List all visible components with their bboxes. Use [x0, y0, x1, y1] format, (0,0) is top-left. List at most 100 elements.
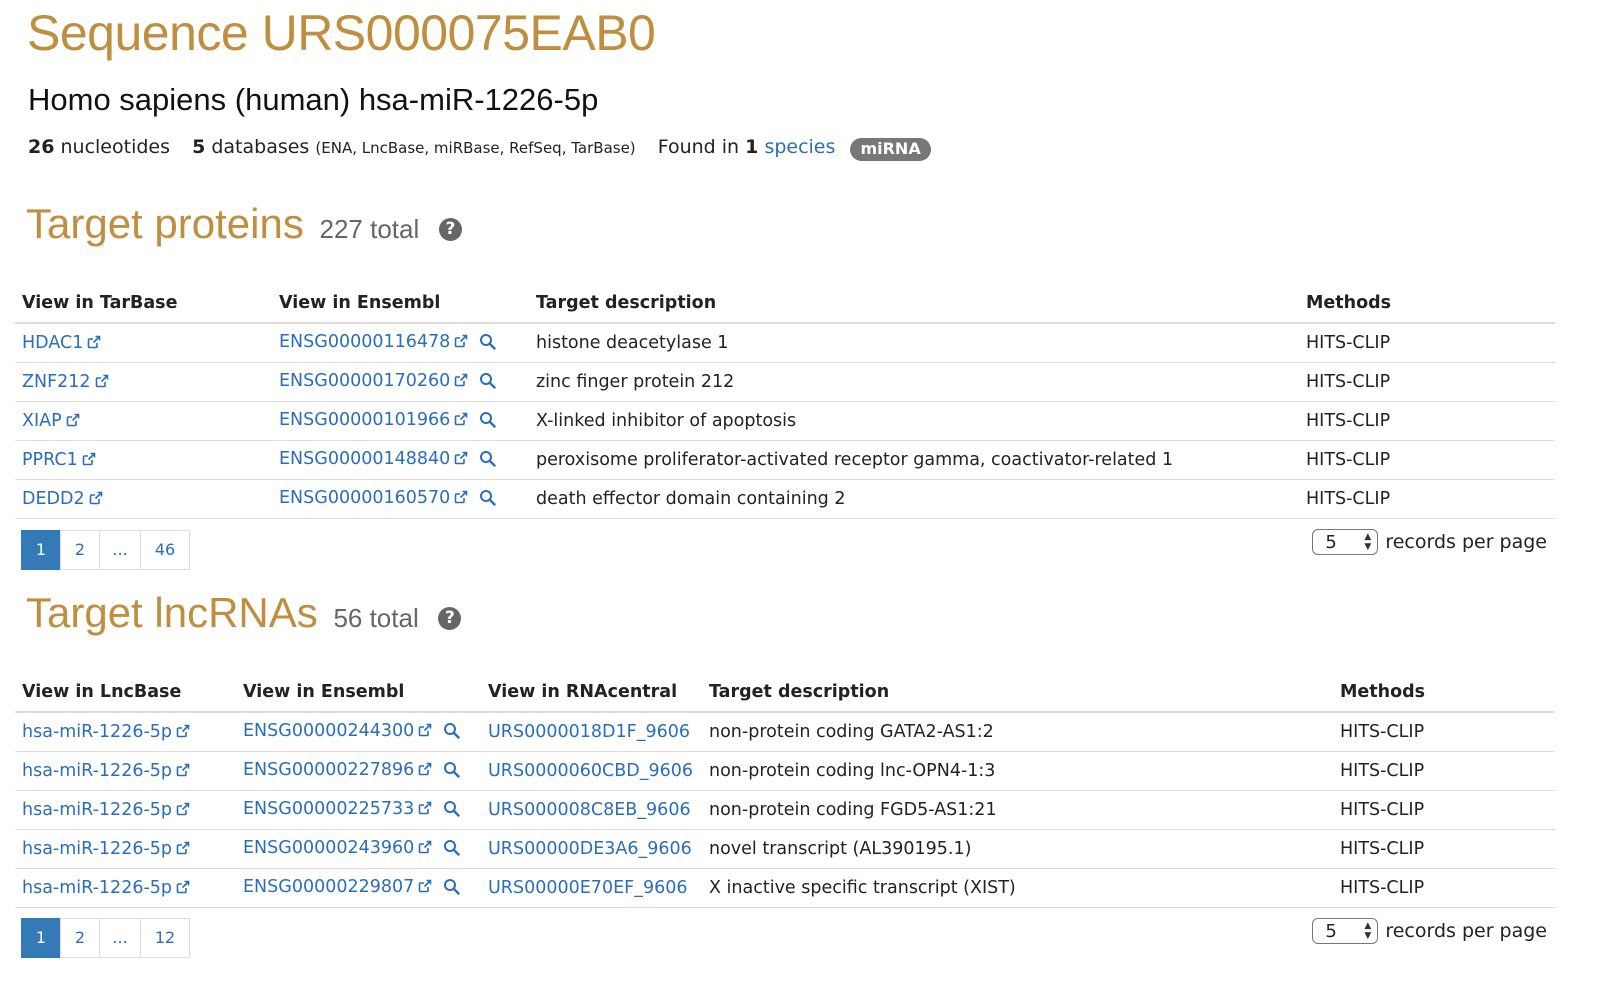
ensembl-link[interactable]: ENSG00000225733 — [243, 799, 414, 819]
external-link-icon[interactable] — [418, 839, 432, 859]
external-link-icon[interactable] — [418, 878, 432, 898]
records-per-page-label: records per page — [1385, 920, 1547, 942]
question-circle-icon[interactable]: ? — [438, 218, 462, 241]
rnacentral-link[interactable]: URS0000060CBD_9606 — [488, 761, 693, 781]
rnacentral-cell: URS000008C8EB_9606 — [481, 790, 702, 830]
page-button[interactable]: 2 — [60, 530, 100, 570]
external-link-icon[interactable] — [418, 800, 432, 820]
description-cell: non-protein coding GATA2-AS1:2 — [702, 712, 1333, 752]
search-icon[interactable] — [443, 722, 460, 744]
page-button[interactable]: 2 — [60, 918, 100, 958]
page-button[interactable]: 1 — [21, 530, 61, 570]
column-header: Methods — [1333, 673, 1555, 713]
question-circle-icon[interactable]: ? — [438, 607, 462, 630]
external-link-icon[interactable] — [87, 334, 101, 354]
lncbase-link[interactable]: hsa-miR-1226-5p — [22, 761, 172, 781]
ensembl-link[interactable]: ENSG00000229807 — [243, 877, 414, 897]
external-link-icon[interactable] — [418, 722, 432, 742]
ensembl-link[interactable]: ENSG00000227896 — [243, 760, 414, 780]
external-link-icon[interactable] — [176, 762, 190, 782]
external-link-icon[interactable] — [95, 373, 109, 393]
external-link-icon[interactable] — [176, 840, 190, 860]
search-icon[interactable] — [443, 839, 460, 861]
search-icon[interactable] — [479, 333, 496, 355]
tarbase-link[interactable]: PPRC1 — [22, 450, 78, 470]
table-row: hsa-miR-1226-5p ENSG00000225733 URS000008C… — [15, 790, 1555, 830]
rnacentral-cell: URS0000060CBD_9606 — [481, 751, 702, 791]
description-cell: novel transcript (AL390195.1) — [702, 829, 1333, 869]
sequence-stats: 26 nucleotides 5 databases (ENA, LncBase… — [28, 136, 931, 161]
rnacentral-cell: URS00000E70EF_9606 — [481, 868, 702, 908]
page-ellipsis: ... — [99, 918, 141, 958]
external-link-icon[interactable] — [418, 761, 432, 781]
rnacentral-link[interactable]: URS000008C8EB_9606 — [488, 800, 691, 820]
external-link-icon[interactable] — [176, 723, 190, 743]
search-icon[interactable] — [443, 878, 460, 900]
records-per-page-select[interactable]: 5 ▲ ▼ — [1312, 529, 1379, 555]
tarbase-link[interactable]: XIAP — [22, 411, 62, 431]
external-link-icon[interactable] — [454, 411, 468, 431]
page-button[interactable]: 46 — [140, 530, 190, 570]
lncbase-cell: hsa-miR-1226-5p — [15, 712, 236, 752]
external-link-icon[interactable] — [454, 333, 468, 353]
lncbase-link[interactable]: hsa-miR-1226-5p — [22, 800, 172, 820]
section-title-text: Target proteins — [26, 200, 304, 247]
lncbase-link[interactable]: hsa-miR-1226-5p — [22, 722, 172, 742]
external-link-icon[interactable] — [82, 451, 96, 471]
external-link-icon[interactable] — [176, 879, 190, 899]
page-button[interactable]: 12 — [140, 918, 190, 958]
method-cell: HITS-CLIP — [1299, 323, 1555, 363]
column-header: View in RNAcentral — [481, 673, 702, 713]
external-link-icon[interactable] — [89, 490, 103, 510]
ensembl-link[interactable]: ENSG00000148840 — [279, 449, 450, 469]
tarbase-cell: HDAC1 — [15, 323, 272, 363]
rnacentral-link[interactable]: URS00000E70EF_9606 — [488, 878, 687, 898]
species-link[interactable]: species — [764, 136, 835, 158]
rnacentral-link[interactable]: URS00000DE3A6_9606 — [488, 839, 692, 859]
page-title: Sequence URS000075EAB0 — [27, 5, 656, 61]
lncbase-link[interactable]: hsa-miR-1226-5p — [22, 878, 172, 898]
method-cell: HITS-CLIP — [1299, 479, 1555, 519]
ensembl-link[interactable]: ENSG00000101966 — [279, 410, 450, 430]
found-in-label: Found in — [657, 136, 740, 158]
proteins-records-per-page: 5 ▲ ▼ records per page — [1312, 529, 1547, 555]
rnacentral-link[interactable]: URS0000018D1F_9606 — [488, 722, 690, 742]
lncbase-link[interactable]: hsa-miR-1226-5p — [22, 839, 172, 859]
ensembl-link[interactable]: ENSG00000243960 — [243, 838, 414, 858]
rna-type-badge: miRNA — [850, 138, 931, 161]
ensembl-cell: ENSG00000225733 — [236, 790, 481, 830]
table-row: PPRC1 ENSG00000148840 peroxisome prolifera… — [15, 440, 1555, 480]
ensembl-link[interactable]: ENSG00000244300 — [243, 721, 414, 741]
ensembl-link[interactable]: ENSG00000116478 — [279, 332, 450, 352]
search-icon[interactable] — [479, 411, 496, 433]
tarbase-cell: ZNF212 — [15, 362, 272, 402]
tarbase-cell: XIAP — [15, 401, 272, 441]
search-icon[interactable] — [479, 372, 496, 394]
ensembl-cell: ENSG00000116478 — [272, 323, 529, 363]
tarbase-link[interactable]: ZNF212 — [22, 372, 91, 392]
column-header: Methods — [1299, 284, 1555, 324]
external-link-icon[interactable] — [176, 801, 190, 821]
nucleotides-label: nucleotides — [60, 136, 171, 158]
nucleotides-count: 26 — [28, 136, 55, 158]
ensembl-link[interactable]: ENSG00000170260 — [279, 371, 450, 391]
records-per-page-select[interactable]: 5 ▲ ▼ — [1312, 918, 1379, 944]
description-cell: X-linked inhibitor of apoptosis — [529, 401, 1299, 441]
table-row: hsa-miR-1226-5p ENSG00000227896 URS0000060… — [15, 751, 1555, 791]
tarbase-link[interactable]: HDAC1 — [22, 333, 83, 353]
external-link-icon[interactable] — [454, 450, 468, 470]
ensembl-cell: ENSG00000227896 — [236, 751, 481, 791]
description-cell: X inactive specific transcript (XIST) — [702, 868, 1333, 908]
ensembl-link[interactable]: ENSG00000160570 — [279, 488, 450, 508]
search-icon[interactable] — [479, 450, 496, 472]
page-button[interactable]: 1 — [21, 918, 61, 958]
external-link-icon[interactable] — [454, 372, 468, 392]
search-icon[interactable] — [443, 800, 460, 822]
external-link-icon[interactable] — [66, 412, 80, 432]
description-cell: non-protein coding FGD5-AS1:21 — [702, 790, 1333, 830]
search-icon[interactable] — [443, 761, 460, 783]
column-header: View in Ensembl — [272, 284, 529, 324]
tarbase-link[interactable]: DEDD2 — [22, 489, 85, 509]
search-icon[interactable] — [479, 489, 496, 511]
external-link-icon[interactable] — [454, 489, 468, 509]
